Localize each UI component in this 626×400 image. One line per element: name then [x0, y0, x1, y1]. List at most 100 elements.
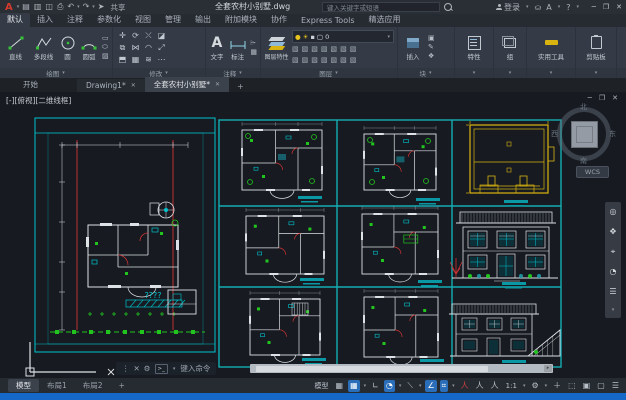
doc-restore-button[interactable]: ❐ [599, 94, 605, 102]
block-edit-icon[interactable]: ▣ [428, 34, 435, 43]
ribbon-tab-insert[interactable]: 插入 [30, 13, 60, 27]
layer-tool-icon[interactable]: ▧ [311, 45, 318, 54]
a-caret-icon[interactable]: ▾ [558, 4, 561, 10]
search-input[interactable]: 键入关键字或短语 [322, 2, 440, 12]
layer-tool-icon[interactable]: ▧ [311, 56, 318, 65]
command-recent-icon[interactable]: >_ [155, 364, 168, 374]
ribbon-tab-output[interactable]: 输出 [188, 13, 218, 27]
viewport-controls[interactable]: [-][俯视][二维线框] [6, 95, 71, 106]
snap-mode-icon[interactable]: ▦ [348, 380, 360, 392]
ellipse-tool-icon[interactable]: ⬭ [102, 43, 109, 52]
viewcube-west-label[interactable]: 西 [551, 129, 558, 139]
layer-tool-icon[interactable]: ▧ [302, 45, 309, 54]
ribbon-tab-collaborate[interactable]: 协作 [264, 13, 294, 27]
workspace-caret-icon[interactable]: ▾ [545, 383, 548, 389]
more-modify-icon[interactable]: ⋯ [155, 54, 168, 66]
layer-tool-icon[interactable]: ▧ [340, 56, 347, 65]
file-tab-drawing1[interactable]: Drawing1* ✕ [77, 79, 145, 92]
panel-draw-label[interactable]: 绘图 [46, 68, 59, 78]
doc-minimize-button[interactable]: ─ [588, 94, 592, 102]
layer-tool-icon[interactable]: ▧ [340, 45, 347, 54]
wcs-dropdown[interactable]: WCS [576, 166, 609, 178]
ribbon-tab-express[interactable]: Express Tools [294, 15, 362, 27]
offset-icon[interactable]: ≋ [142, 54, 155, 66]
trim-icon[interactable]: ⤬ [142, 30, 155, 42]
file-tab-start[interactable]: 开始 [14, 77, 47, 92]
block-attributes-icon[interactable]: ❖ [428, 52, 435, 61]
grid-display-icon[interactable]: ▦ [334, 380, 346, 392]
nav-zoom-icon[interactable]: ⌖ [611, 247, 616, 257]
selection-cycling-icon[interactable]: ⬚ [566, 380, 578, 392]
view-cube[interactable]: 北 南 西 东 [555, 105, 613, 163]
properties-panel-caret-icon[interactable]: ▾ [473, 70, 476, 76]
text-tool[interactable]: A 文字 [209, 34, 225, 61]
ribbon-tab-view[interactable]: 视图 [128, 13, 158, 27]
redo-caret-icon[interactable]: ▾ [92, 4, 95, 10]
panel-layers-label[interactable]: 图层 [319, 68, 332, 78]
line-tool[interactable]: 直线 [3, 34, 28, 61]
ribbon-tab-annotate[interactable]: 注释 [60, 13, 90, 27]
rotate-icon[interactable]: ⟳ [129, 30, 142, 42]
osnap-caret-icon[interactable]: ▾ [452, 383, 455, 389]
model-space-button[interactable]: 模型 [313, 380, 331, 392]
clipboard-panel-caret-icon[interactable]: ▾ [595, 70, 598, 76]
close-tab-icon[interactable]: ✕ [131, 82, 136, 89]
nav-more-icon[interactable]: ☰ [609, 287, 616, 296]
layer-tool-icon[interactable]: ▧ [302, 56, 309, 65]
polyline-tool[interactable]: 多段线 [31, 34, 56, 61]
print-icon[interactable]: ⎙ [57, 0, 63, 14]
layer-tool-icon[interactable]: ▧ [292, 45, 299, 54]
restore-button[interactable]: ❐ [603, 3, 609, 11]
arc-tool[interactable]: 圆弧 [79, 34, 99, 61]
close-tab-icon[interactable]: ✕ [215, 81, 220, 88]
drawing-area[interactable]: ???? [-][俯视][二维线框] ─ ❐ ✕ 北 南 西 东 WCS ◎ ✥… [0, 92, 626, 378]
utilities-panel-caret-icon[interactable]: ▾ [550, 70, 553, 76]
horizontal-scrollbar[interactable]: ▸ [250, 364, 553, 373]
insert-block-tool[interactable]: 插入 [401, 34, 425, 61]
stretch-icon[interactable]: ⬒ [116, 54, 129, 66]
layer-tool-icon[interactable]: ▧ [331, 56, 338, 65]
object-snap-icon[interactable]: ⌗ [440, 380, 449, 392]
close-button[interactable]: ✕ [616, 3, 622, 11]
groups-panel-caret-icon[interactable]: ▾ [509, 70, 512, 76]
array-icon[interactable]: ▦ [129, 54, 142, 66]
layer-tool-icon[interactable]: ▧ [331, 45, 338, 54]
app-store-icon[interactable]: ⛀ [535, 3, 542, 12]
command-options-icon[interactable]: ⚙ [144, 364, 151, 373]
autodesk-a-icon[interactable]: A [546, 3, 551, 12]
circle-tool[interactable]: 圆 [59, 34, 76, 61]
command-close-icon[interactable]: ✕ [134, 364, 140, 373]
command-grip-icon[interactable]: ⋮ [122, 364, 130, 373]
copy-icon[interactable]: ⧉ [116, 42, 129, 54]
add-layout-button[interactable]: + [111, 380, 133, 391]
nav-caret-icon[interactable]: ▾ [612, 307, 615, 313]
open-file-icon[interactable]: ▥ [34, 0, 42, 14]
scale-icon[interactable]: ⤢ [155, 42, 168, 54]
command-recent-caret-icon[interactable]: ▾ [173, 366, 176, 372]
graphics-performance-icon[interactable]: ▣ [581, 380, 593, 392]
command-prompt[interactable]: 键入命令 [180, 363, 210, 374]
measure-tool[interactable]: 实用工具 [531, 34, 571, 61]
layer-tool-icon[interactable]: ▧ [321, 56, 328, 65]
viewcube-top-face[interactable] [571, 121, 598, 148]
customize-plus-icon[interactable]: ＋ [551, 380, 563, 392]
layer-tool-icon[interactable]: ▧ [350, 45, 357, 54]
ortho-mode-icon[interactable]: ∟ [370, 380, 381, 392]
sign-in-button[interactable]: 登录 [496, 2, 520, 13]
object-snap-tracking-icon[interactable]: ∠ [425, 380, 436, 392]
hatch-tool-icon[interactable]: ▨ [102, 52, 109, 61]
help-caret-icon[interactable]: ▾ [576, 4, 579, 10]
erase-icon[interactable]: ◪ [155, 30, 168, 42]
rectangle-tool-icon[interactable]: ▭ [102, 34, 109, 43]
isodraft-caret-icon[interactable]: ▾ [419, 383, 422, 389]
file-tab-villa[interactable]: 全套农村小别墅* ✕ [145, 77, 229, 92]
ribbon-tab-home[interactable]: 默认 [0, 13, 30, 27]
nav-wheel-icon[interactable]: ◎ [610, 207, 617, 216]
ribbon-tab-parametric[interactable]: 参数化 [90, 13, 128, 27]
isodraft-icon[interactable]: ⟍ [405, 380, 415, 392]
layer-tool-icon[interactable]: ▧ [321, 45, 328, 54]
viewcube-south-label[interactable]: 南 [580, 156, 587, 166]
polar-tracking-icon[interactable]: ◔ [384, 380, 395, 392]
scrollbar-arrow-icon[interactable]: ▸ [544, 365, 552, 372]
doc-close-button[interactable]: ✕ [612, 94, 618, 102]
